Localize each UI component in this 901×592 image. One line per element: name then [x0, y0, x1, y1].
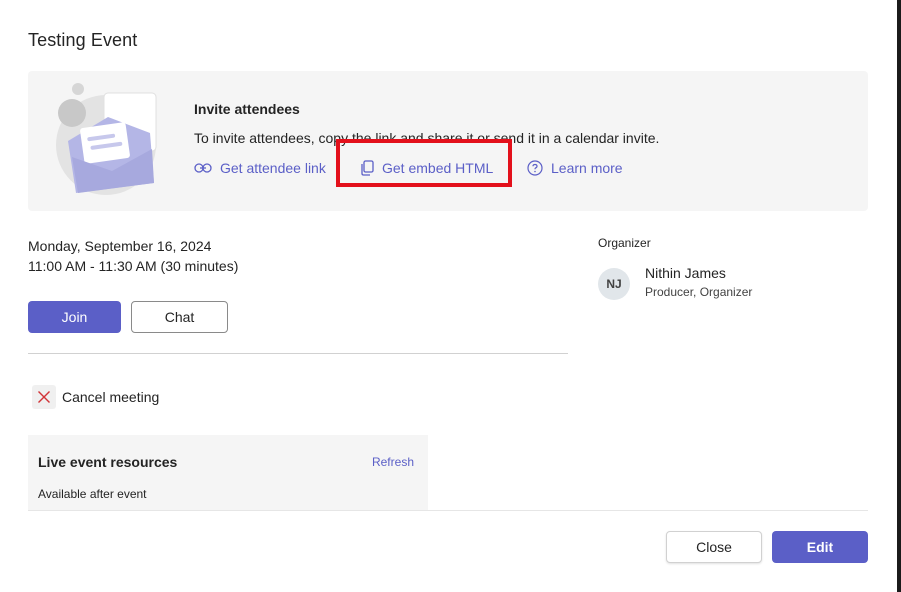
organizer-label: Organizer	[598, 236, 651, 250]
avatar: NJ	[598, 268, 630, 300]
help-circle-icon	[527, 160, 543, 176]
close-button[interactable]: Close	[666, 531, 762, 563]
organizer-name: Nithin James	[645, 265, 726, 281]
join-button[interactable]: Join	[28, 301, 121, 333]
organizer-role: Producer, Organizer	[645, 285, 753, 299]
meeting-time: 11:00 AM - 11:30 AM (30 minutes)	[28, 258, 239, 274]
edit-button[interactable]: Edit	[772, 531, 868, 563]
footer-divider	[28, 510, 868, 511]
learn-more-label: Learn more	[551, 160, 623, 176]
chat-button[interactable]: Chat	[131, 301, 228, 333]
window-edge	[897, 0, 901, 592]
get-attendee-link[interactable]: Get attendee link	[194, 158, 326, 178]
meeting-date: Monday, September 16, 2024	[28, 238, 212, 254]
embed-highlight-annotation	[336, 139, 512, 187]
get-attendee-link-label: Get attendee link	[220, 160, 326, 176]
invite-envelope-illustration	[56, 83, 157, 195]
live-event-resources-panel: Live event resources Refresh Available a…	[28, 435, 428, 510]
resources-subtitle: Available after event	[38, 487, 147, 501]
resources-title: Live event resources	[38, 454, 178, 470]
section-divider	[28, 353, 568, 354]
close-icon	[32, 385, 56, 409]
refresh-link[interactable]: Refresh	[372, 455, 414, 469]
dialog-title: Testing Event	[28, 30, 138, 50]
link-icon	[194, 163, 212, 173]
cancel-meeting-button[interactable]: Cancel meeting	[32, 385, 159, 409]
invite-heading: Invite attendees	[194, 101, 300, 117]
learn-more-link[interactable]: Learn more	[527, 158, 623, 178]
cancel-meeting-label: Cancel meeting	[62, 389, 160, 405]
